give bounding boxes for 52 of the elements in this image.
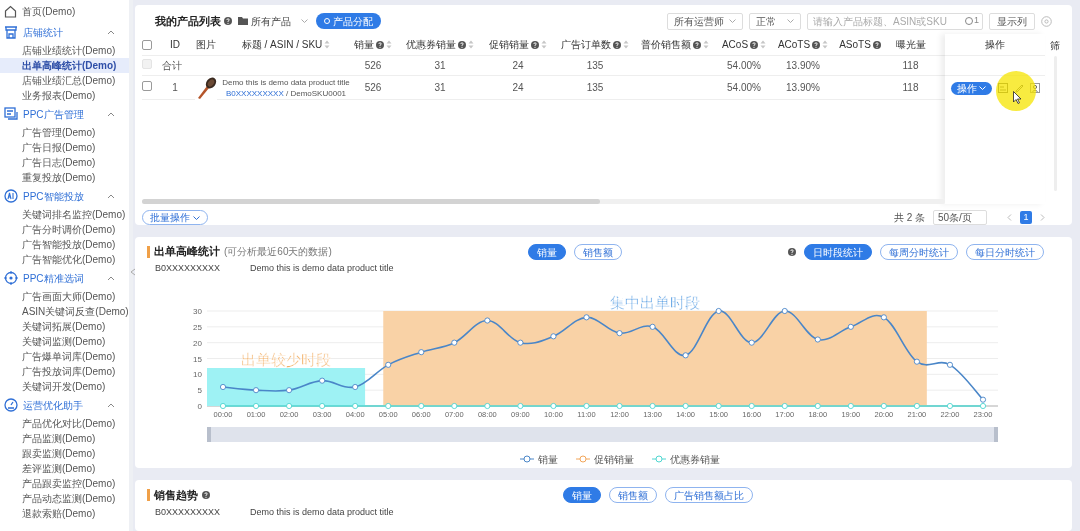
table-cell-text: 13.90%: [786, 59, 820, 73]
product-title: Demo this is demo data product title: [222, 76, 350, 88]
section-title: 销售趋势: [154, 487, 198, 503]
column-header: 销量: [354, 38, 374, 52]
column-header: ACoTS: [777, 38, 811, 52]
column-header: 普价销售额: [641, 38, 691, 52]
table-cell-text: 526: [364, 59, 382, 73]
total-count: 共 2 条: [893, 211, 925, 225]
table-cell-text: 31: [434, 59, 446, 73]
band-label: 出单较少时段: [241, 351, 332, 368]
product-title: Demo this is demo data product title: [250, 262, 394, 276]
column-header: ID: [170, 38, 180, 52]
table-cell-text: 1: [172, 81, 178, 95]
asin-text: B0XXXXXXXXX: [155, 506, 221, 520]
column-header: 广告订单数: [561, 38, 611, 52]
table-cell-text: 118: [902, 59, 919, 73]
total-label: 合计: [162, 60, 182, 71]
column-header: 促销销量: [489, 38, 529, 52]
table-cell-text: 13.90%: [786, 81, 820, 95]
column-header: 筛: [1050, 38, 1060, 53]
column-header: 曝光量: [895, 38, 926, 52]
axis-label: 15: [193, 354, 202, 364]
table-cell-text: 135: [586, 81, 604, 95]
axis-label: 20: [193, 338, 202, 348]
axis-label: 0: [197, 402, 202, 411]
sku-text: / DemoSKU0001: [286, 88, 347, 98]
column-header: 优惠券销量: [406, 38, 456, 52]
legend-label: 优惠券销量: [670, 454, 720, 465]
product-title: Demo this is demo data product title: [250, 506, 394, 520]
table-cell-text: 118: [902, 81, 919, 95]
table-cell-text: 54.00%: [727, 81, 761, 95]
table-cell-text: 526: [364, 81, 382, 95]
column-header: 操作: [985, 38, 1005, 52]
table-cell-text: 31: [434, 81, 446, 95]
section-title: 出单高峰统计: [154, 244, 220, 260]
column-header: ACoS: [721, 38, 749, 52]
legend-label: 销量: [537, 454, 558, 465]
table-cell-text: 24: [512, 81, 524, 95]
axis-label: 10: [193, 370, 202, 380]
column-header: 标题 / ASIN / SKU: [241, 38, 323, 52]
axis-label: 5: [197, 386, 202, 396]
table-cell-text: 24: [512, 59, 524, 73]
legend-label: 促销销量: [594, 454, 634, 465]
table-cell-text: 54.00%: [727, 59, 761, 73]
table-cell-text: 135: [586, 59, 604, 73]
section-note: (可分析最近60天的数据): [224, 245, 332, 260]
column-header: 图片: [196, 38, 216, 52]
section-title: 我的产品列表: [155, 13, 221, 29]
axis-label: 30: [193, 307, 202, 316]
asin-text: B0XXXXXXXXX: [155, 262, 221, 276]
axis-label: 25: [193, 322, 202, 332]
column-header: ASoTS: [839, 38, 871, 52]
